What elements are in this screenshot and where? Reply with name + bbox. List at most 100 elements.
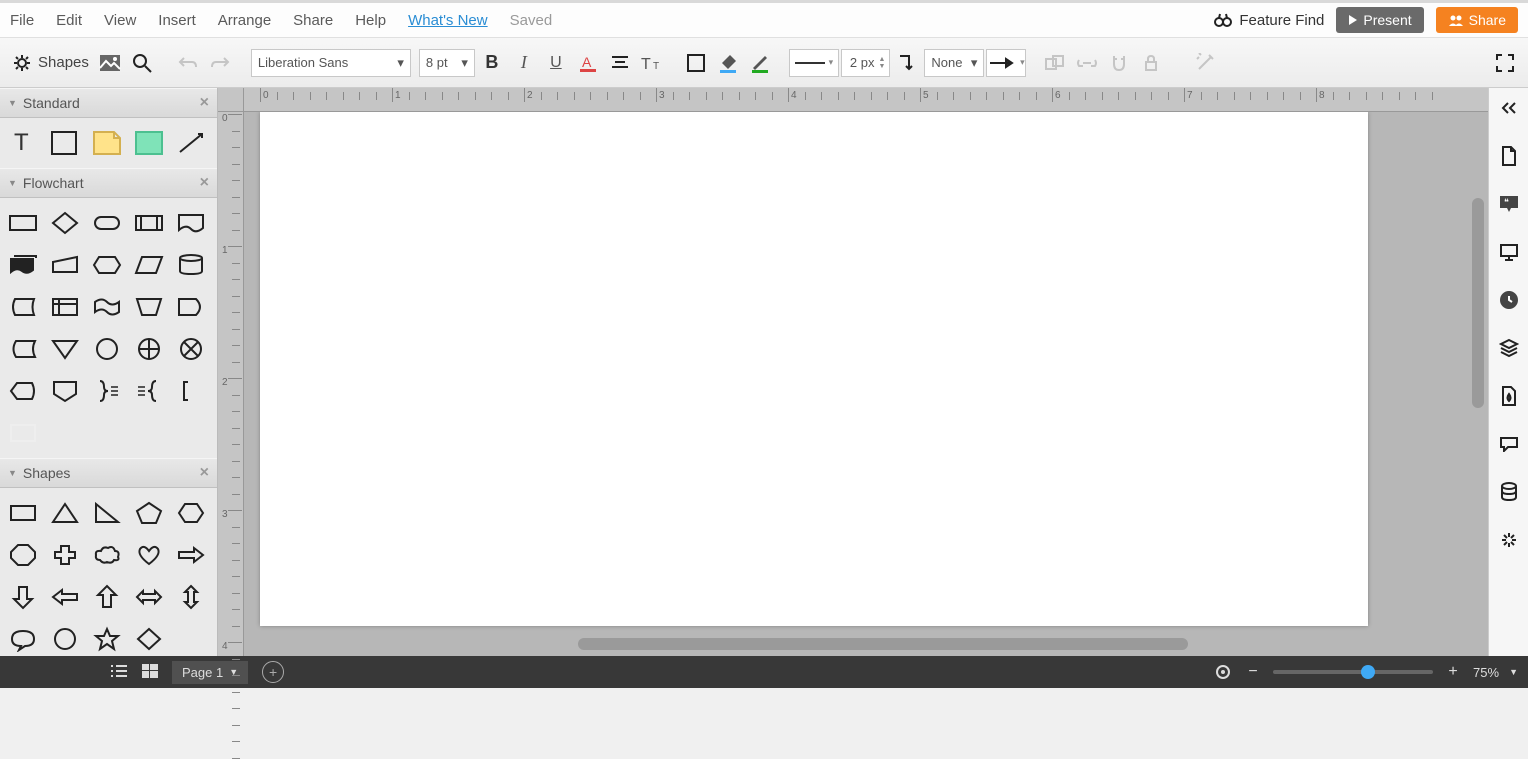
shape-heart[interactable] [132,538,166,572]
close-icon[interactable]: × [200,94,209,112]
shape-connector[interactable] [90,332,124,366]
view-grid-button[interactable] [142,664,158,681]
undo-button[interactable] [173,48,203,78]
zoom-out-button[interactable]: − [1243,662,1263,682]
fullscreen-button[interactable] [1490,48,1520,78]
close-icon[interactable]: × [200,464,209,482]
shape-brace-l[interactable] [132,374,166,408]
shape-papertape[interactable] [90,290,124,324]
shape-cross[interactable] [48,538,82,572]
dock-history-button[interactable] [1497,288,1521,312]
category-header-shapes[interactable]: ▼ Shapes × [0,458,217,488]
menu-view[interactable]: View [104,12,136,29]
menu-file[interactable]: File [10,12,34,29]
dock-master-button[interactable] [1497,384,1521,408]
shape-summing[interactable] [174,332,208,366]
stepper-up-icon[interactable]: ▲ [878,56,885,63]
shape-arrow-right[interactable] [174,538,208,572]
zoom-slider-knob[interactable] [1361,665,1375,679]
font-family-select[interactable]: Liberation Sans ▾ [251,49,411,77]
zoom-slider[interactable] [1273,670,1433,674]
dock-present-button[interactable] [1497,240,1521,264]
shape-righttri[interactable] [90,496,124,530]
menu-edit[interactable]: Edit [56,12,82,29]
menu-share[interactable]: Share [293,12,333,29]
border-button[interactable] [681,48,711,78]
shape-brace-r[interactable] [90,374,124,408]
menu-whats-new[interactable]: What's New [408,12,488,29]
shape-diamond[interactable] [132,622,166,656]
fill-color-button[interactable] [713,48,743,78]
shape-database[interactable] [174,248,208,282]
share-button[interactable]: Share [1436,7,1518,33]
shape-pentagon[interactable] [132,496,166,530]
scrollbar-horizontal[interactable] [578,638,1188,650]
line-width-stepper[interactable]: 2 px ▲▼ [841,49,891,77]
text-size-button[interactable]: TT [637,48,667,78]
font-size-select[interactable]: 8 pt ▾ [419,49,475,77]
present-button[interactable]: Present [1336,7,1423,33]
shape-hotspot[interactable] [132,126,166,160]
category-header-standard[interactable]: ▼ Standard × [0,88,217,118]
shape-line[interactable] [174,126,208,160]
menu-insert[interactable]: Insert [158,12,196,29]
category-header-flowchart[interactable]: ▼ Flowchart × [0,168,217,198]
dock-layers-button[interactable] [1497,336,1521,360]
close-icon[interactable]: × [200,174,209,192]
shape-manualinput[interactable] [48,248,82,282]
redo-button[interactable] [205,48,235,78]
italic-button[interactable]: I [509,48,539,78]
shape-arrow-left[interactable] [48,580,82,614]
shape-circle[interactable] [48,622,82,656]
link-button[interactable] [1072,48,1102,78]
stepper-down-icon[interactable]: ▼ [878,63,885,70]
shape-delay[interactable] [174,290,208,324]
shape-blank[interactable] [6,416,40,450]
dock-page-button[interactable] [1497,144,1521,168]
add-page-button[interactable]: + [262,661,284,683]
shape-preparation[interactable] [90,248,124,282]
canvas-area[interactable]: 012345678 01234 [218,88,1488,656]
shape-arrow-up[interactable] [90,580,124,614]
arrow-end-select[interactable]: ▾ [986,49,1026,77]
view-list-button[interactable] [110,664,128,681]
text-color-button[interactable]: A [573,48,603,78]
shape-hexagon[interactable] [174,496,208,530]
arrow-start-select[interactable]: None ▾ [924,49,984,77]
underline-button[interactable]: U [541,48,571,78]
menu-help[interactable]: Help [355,12,386,29]
bold-button[interactable]: B [477,48,507,78]
shape-directdata[interactable] [6,290,40,324]
shape-storeddata[interactable] [6,332,40,366]
page-tab[interactable]: Page 1 ▼ [172,661,248,684]
line-style-select[interactable]: ▾ [789,49,839,77]
shape-triangle[interactable] [48,496,82,530]
shape-arrow-down[interactable] [6,580,40,614]
search-button[interactable] [127,48,157,78]
align-button[interactable] [605,48,635,78]
shapes-manager-button[interactable]: Shapes [8,49,93,77]
feature-find-button[interactable]: Feature Find [1213,12,1324,29]
dock-data-button[interactable] [1497,480,1521,504]
shape-offpage[interactable] [48,374,82,408]
dock-collapse-button[interactable] [1497,96,1521,120]
canvas-page[interactable] [260,112,1368,626]
shape-callout-rnd[interactable] [6,622,40,656]
image-button[interactable] [95,48,125,78]
shape-note[interactable] [90,126,124,160]
menu-arrange[interactable]: Arrange [218,12,271,29]
shape-decision[interactable] [48,206,82,240]
line-color-button[interactable] [745,48,775,78]
dock-comments-button[interactable]: ❝ [1497,192,1521,216]
shape-document[interactable] [174,206,208,240]
shape-or[interactable] [132,332,166,366]
shape-internalstorage[interactable] [48,290,82,324]
shape-arrow-ud[interactable] [174,580,208,614]
shape-text[interactable]: T [6,126,40,160]
magnet-button[interactable] [1104,48,1134,78]
send-back-button[interactable] [1040,48,1070,78]
shape-data[interactable] [132,248,166,282]
lock-button[interactable] [1136,48,1166,78]
shape-star[interactable] [90,622,124,656]
chevron-down-icon[interactable]: ▼ [1509,667,1518,677]
